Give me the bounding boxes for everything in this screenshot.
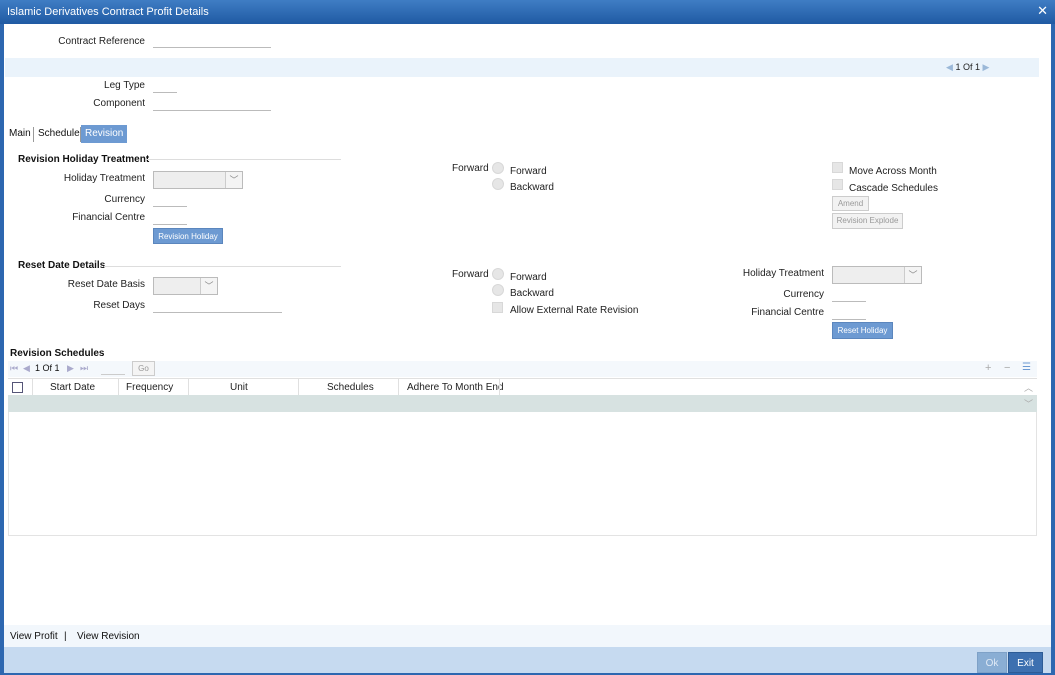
pager-of-label: Of <box>962 62 973 72</box>
tab-schedule[interactable]: Schedule <box>34 125 84 143</box>
forward-radio[interactable] <box>492 162 504 174</box>
reset-holiday-treatment-select[interactable]: ﹀ <box>832 266 922 284</box>
cascade-schedules-checkbox[interactable] <box>832 179 843 190</box>
reset-forward-group-label: Forward <box>452 269 489 280</box>
column-frequency[interactable]: Frequency <box>126 382 173 393</box>
reset-backward-radio[interactable] <box>492 284 504 296</box>
tab-main[interactable]: Main <box>5 125 35 143</box>
grid-toolbar: ⏮ ◀ 1 Of 1 ▶ ⏭ Go + − ☰ <box>8 361 1037 377</box>
backward-radio[interactable] <box>492 178 504 190</box>
section-divider <box>104 266 341 267</box>
pager-total: 1 <box>975 62 981 72</box>
go-button[interactable]: Go <box>132 361 155 376</box>
amend-button[interactable]: Amend <box>832 196 869 211</box>
reset-holiday-treatment-label: Holiday Treatment <box>742 268 824 279</box>
reset-date-section-title: Reset Date Details <box>18 260 106 271</box>
first-page-icon[interactable]: ⏮ <box>10 363 18 374</box>
revision-holiday-section-title: Revision Holiday Treatment <box>18 154 150 165</box>
next-icon[interactable]: ▶ <box>983 62 990 72</box>
next-page-icon[interactable]: ▶ <box>67 363 74 374</box>
section-divider <box>146 159 341 160</box>
reset-days-label: Reset Days <box>93 300 145 311</box>
tab-revision[interactable]: Revision <box>81 125 128 143</box>
reset-holiday-button[interactable]: Reset Holiday <box>832 322 893 339</box>
financial-centre-label: Financial Centre <box>72 212 145 223</box>
financial-centre-field[interactable] <box>153 211 187 225</box>
column-separator <box>499 379 500 395</box>
cascade-schedules-label: Cascade Schedules <box>849 183 938 194</box>
reset-date-basis-label: Reset Date Basis <box>67 279 145 290</box>
leg-type-field[interactable] <box>153 79 177 93</box>
revision-explode-button[interactable]: Revision Explode <box>832 213 903 229</box>
reset-forward-option-label: Forward <box>510 272 547 283</box>
holiday-treatment-select[interactable]: ﹀ <box>153 171 243 189</box>
column-separator <box>188 379 189 395</box>
holiday-treatment-label: Holiday Treatment <box>63 173 145 184</box>
select-all-checkbox[interactable] <box>12 382 23 393</box>
reset-date-basis-select[interactable]: ﹀ <box>153 277 218 295</box>
window-title: Islamic Derivatives Contract Profit Deta… <box>7 6 209 18</box>
page-number-input[interactable] <box>101 361 125 375</box>
title-bar: Islamic Derivatives Contract Profit Deta… <box>0 0 1055 24</box>
contract-reference-field[interactable] <box>153 34 271 48</box>
revision-holiday-button[interactable]: Revision Holiday <box>153 228 223 244</box>
link-separator: | <box>64 631 67 642</box>
leg-pager: ◀ 1 Of 1 ▶ <box>946 62 989 73</box>
last-page-icon[interactable]: ⏭ <box>80 363 88 374</box>
forward-option-label: Forward <box>510 166 547 177</box>
grid-header: Start Date Frequency Unit Schedules Adhe… <box>8 378 1037 395</box>
reset-currency-label: Currency <box>783 289 824 300</box>
currency-field[interactable] <box>153 193 187 207</box>
allow-external-rate-label: Allow External Rate Revision <box>510 305 639 316</box>
component-field[interactable] <box>153 97 271 111</box>
window-frame <box>0 24 1055 675</box>
column-separator <box>398 379 399 395</box>
column-start-date[interactable]: Start Date <box>50 382 95 393</box>
column-separator <box>32 379 33 395</box>
chevron-down-icon[interactable]: ﹀ <box>200 278 217 294</box>
chevron-down-icon[interactable]: ﹀ <box>904 267 921 283</box>
reset-currency-field[interactable] <box>832 288 866 302</box>
column-separator <box>298 379 299 395</box>
leg-pager-band <box>5 58 1039 77</box>
reset-financial-centre-field[interactable] <box>832 306 866 320</box>
revision-schedules-title: Revision Schedules <box>10 348 105 359</box>
move-across-month-label: Move Across Month <box>849 166 937 177</box>
close-icon[interactable]: ✕ <box>1037 3 1048 19</box>
reset-financial-centre-label: Financial Centre <box>751 307 824 318</box>
currency-label: Currency <box>104 194 145 205</box>
footer-bar: Ok Exit <box>4 647 1051 673</box>
component-label: Component <box>93 98 145 109</box>
grid-body <box>8 412 1037 536</box>
forward-group-label: Forward <box>452 163 489 174</box>
chevron-down-icon[interactable]: ﹀ <box>225 172 242 188</box>
exit-button[interactable]: Exit <box>1008 652 1043 673</box>
column-unit[interactable]: Unit <box>230 382 248 393</box>
reset-backward-option-label: Backward <box>510 288 554 299</box>
delete-row-icon[interactable]: − <box>1004 362 1010 374</box>
backward-option-label: Backward <box>510 182 554 193</box>
move-across-month-checkbox[interactable] <box>832 162 843 173</box>
reset-days-field[interactable] <box>153 299 282 313</box>
leg-type-label: Leg Type <box>104 80 145 91</box>
previous-page-icon[interactable]: ◀ <box>23 363 30 374</box>
column-schedules[interactable]: Schedules <box>327 382 374 393</box>
column-separator <box>118 379 119 395</box>
grid-pager-text: 1 Of 1 <box>35 363 60 373</box>
view-profit-link[interactable]: View Profit <box>10 631 58 642</box>
allow-external-rate-checkbox[interactable] <box>492 302 503 313</box>
column-adhere-to-month-end[interactable]: Adhere To Month End <box>407 382 504 393</box>
contract-reference-label: Contract Reference <box>58 36 145 47</box>
pager-current: 1 <box>955 62 961 72</box>
scroll-down-icon[interactable]: ﹀ <box>1024 397 1033 410</box>
reset-forward-radio[interactable] <box>492 268 504 280</box>
table-row[interactable]: ﹀ <box>8 395 1037 412</box>
previous-icon[interactable]: ◀ <box>946 62 953 72</box>
ok-button[interactable]: Ok <box>977 652 1007 673</box>
scroll-up-icon[interactable]: ︿ <box>1024 381 1033 394</box>
add-row-icon[interactable]: + <box>985 362 991 374</box>
view-revision-link[interactable]: View Revision <box>77 631 140 642</box>
footer-links: View Profit | View Revision <box>4 625 1051 647</box>
single-view-icon[interactable]: ☰ <box>1022 362 1031 373</box>
